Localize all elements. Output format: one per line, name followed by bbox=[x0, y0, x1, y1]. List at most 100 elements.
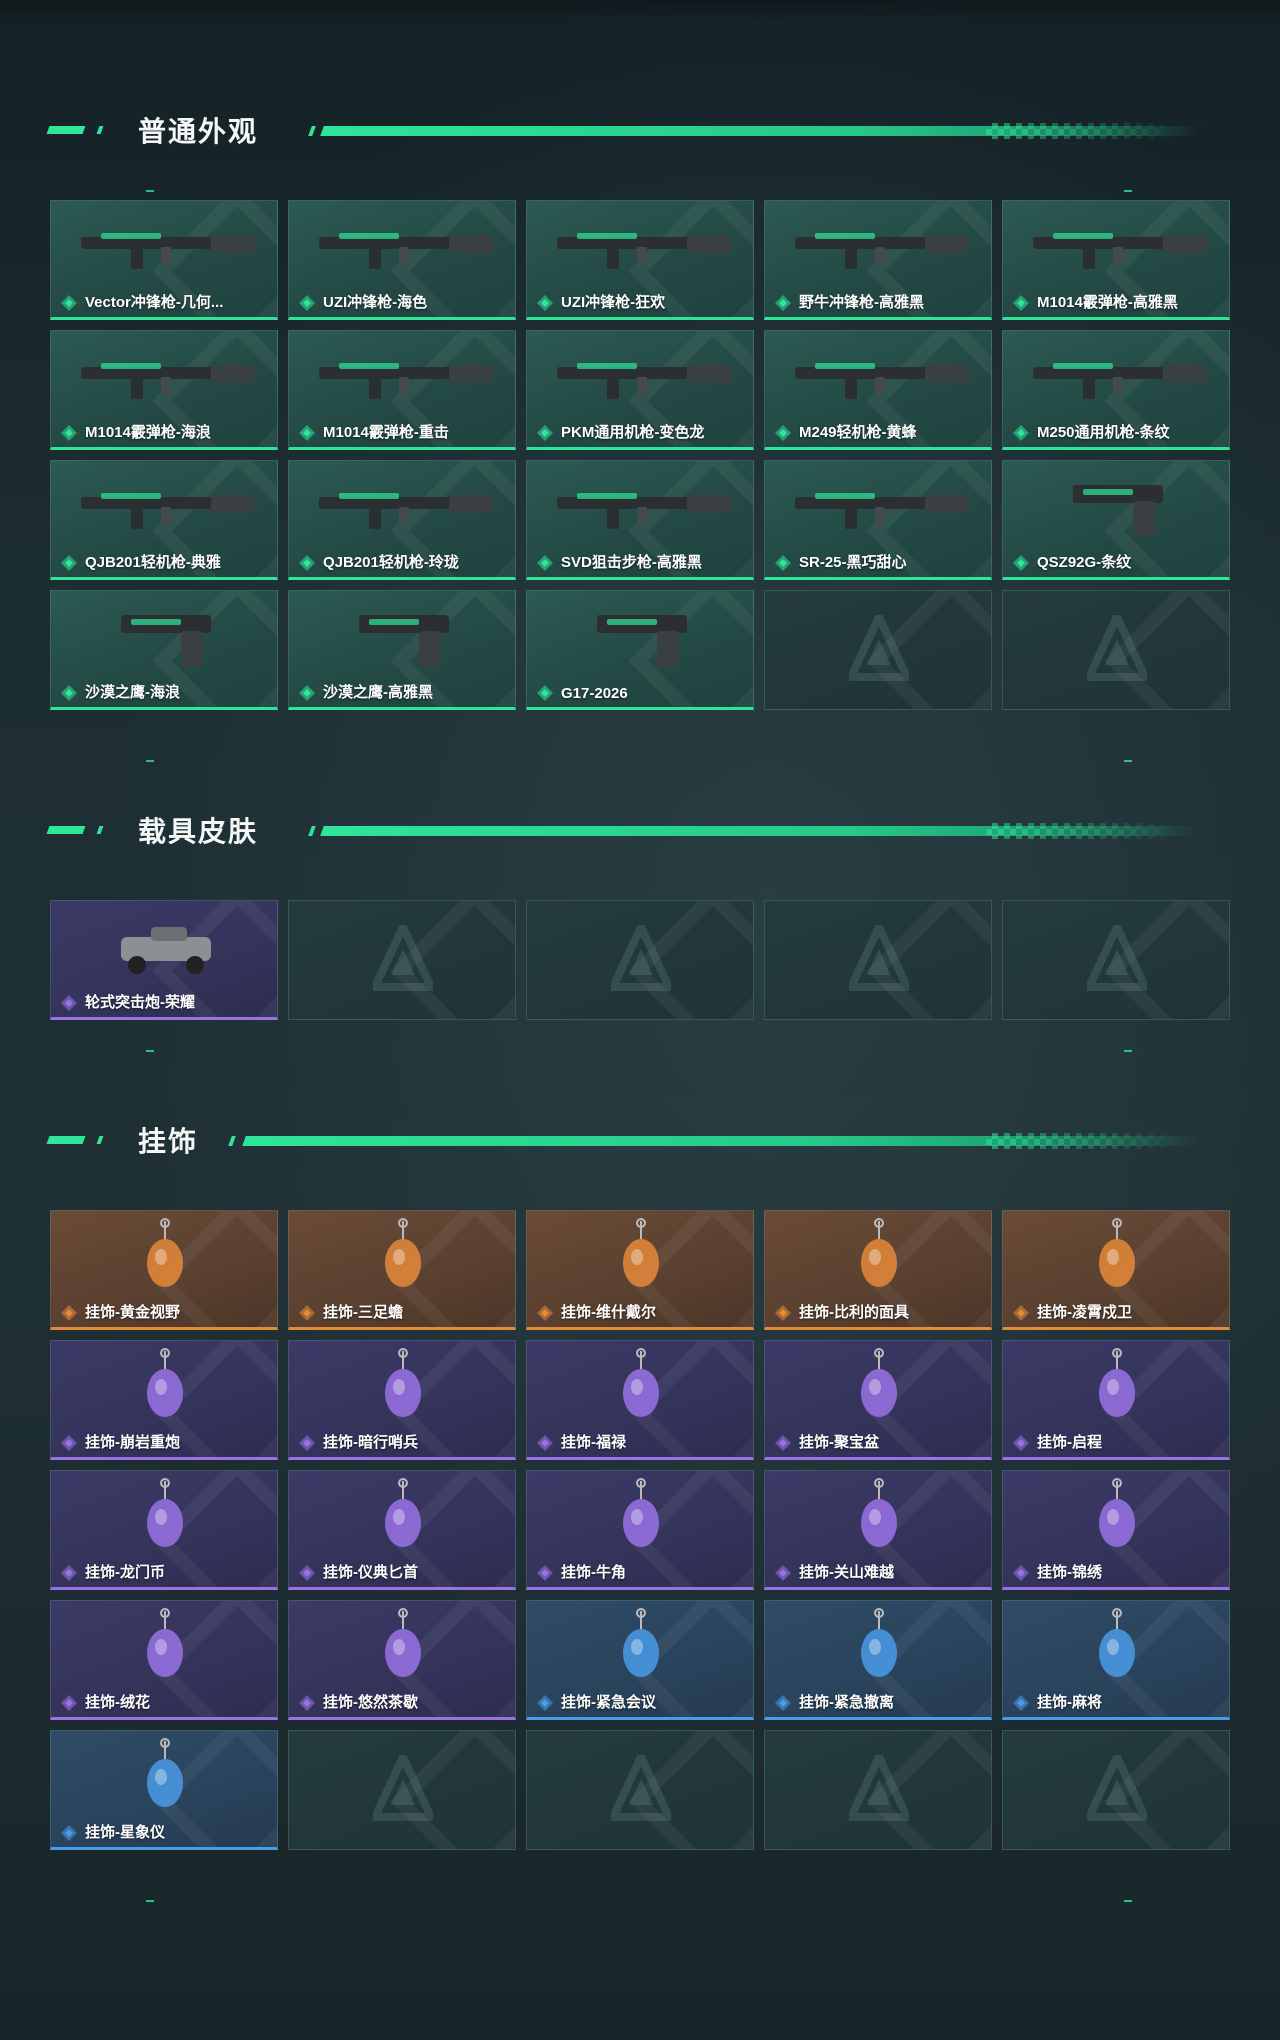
machine-gun-icon bbox=[537, 337, 745, 415]
item-card[interactable]: 轮式突击炮-荣耀 bbox=[50, 900, 278, 1020]
item-card[interactable]: M249轻机枪-黄蜂 bbox=[764, 330, 992, 450]
item-card[interactable]: QSZ92G-条纹 bbox=[1002, 460, 1230, 580]
rarity-diamond-icon bbox=[775, 1435, 791, 1451]
header-accent-dash bbox=[46, 126, 86, 134]
rarity-diamond-icon bbox=[61, 295, 77, 311]
item-card[interactable]: 挂饰-锦绣 bbox=[1002, 1470, 1230, 1590]
item-card[interactable]: SR-25-黑巧甜心 bbox=[764, 460, 992, 580]
item-card[interactable]: M1014霰弹枪-高雅黑 bbox=[1002, 200, 1230, 320]
shotgun-icon bbox=[299, 337, 507, 415]
pistol-icon bbox=[537, 597, 745, 675]
header-bar-tick bbox=[228, 1136, 236, 1146]
item-name: QJB201轻机枪-玲珑 bbox=[323, 554, 459, 571]
rarity-diamond-icon bbox=[775, 425, 791, 441]
item-card[interactable]: 挂饰-仪典匕首 bbox=[288, 1470, 516, 1590]
item-name: UZI冲锋枪-海色 bbox=[323, 294, 428, 311]
item-name: 挂饰-仪典匕首 bbox=[323, 1564, 418, 1581]
item-name: M1014霰弹枪-高雅黑 bbox=[1037, 294, 1178, 311]
rarity-diamond-icon bbox=[61, 1435, 77, 1451]
charm-icon bbox=[775, 1347, 983, 1425]
item-card[interactable]: QJB201轻机枪-典雅 bbox=[50, 460, 278, 580]
header-checker-pattern bbox=[986, 123, 1176, 139]
item-card[interactable]: 挂饰-星象仪 bbox=[50, 1730, 278, 1850]
item-card[interactable]: M1014霰弹枪-海浪 bbox=[50, 330, 278, 450]
item-card[interactable]: 挂饰-麻将 bbox=[1002, 1600, 1230, 1720]
empty-slot-card bbox=[1002, 590, 1230, 710]
item-name: 挂饰-牛角 bbox=[561, 1564, 626, 1581]
item-name: QSZ92G-条纹 bbox=[1037, 554, 1132, 571]
item-card[interactable]: 挂饰-牛角 bbox=[526, 1470, 754, 1590]
smg-icon bbox=[299, 207, 507, 285]
item-name: Vector冲锋枪-几何... bbox=[85, 294, 224, 311]
item-name: 挂饰-崩岩重炮 bbox=[85, 1434, 180, 1451]
rarity-diamond-icon bbox=[775, 1695, 791, 1711]
item-card[interactable]: 挂饰-紧急会议 bbox=[526, 1600, 754, 1720]
rarity-diamond-icon bbox=[775, 1565, 791, 1581]
item-card[interactable]: 挂饰-紧急撤离 bbox=[764, 1600, 992, 1720]
item-card[interactable]: 沙漠之鹰-海浪 bbox=[50, 590, 278, 710]
rarity-diamond-icon bbox=[299, 1695, 315, 1711]
charm-icon bbox=[537, 1477, 745, 1555]
item-card[interactable]: 挂饰-龙门币 bbox=[50, 1470, 278, 1590]
item-card[interactable]: M250通用机枪-条纹 bbox=[1002, 330, 1230, 450]
charm-icon bbox=[299, 1347, 507, 1425]
top-strip bbox=[0, 0, 1280, 22]
pistol-icon bbox=[61, 597, 269, 675]
item-name: 挂饰-黄金视野 bbox=[85, 1304, 180, 1321]
item-name: 沙漠之鹰-海浪 bbox=[85, 684, 180, 701]
item-card[interactable]: 挂饰-凌霄戍卫 bbox=[1002, 1210, 1230, 1330]
item-name: 挂饰-聚宝盆 bbox=[799, 1434, 879, 1451]
corner-tick bbox=[1124, 190, 1132, 192]
item-card[interactable]: PKM通用机枪-变色龙 bbox=[526, 330, 754, 450]
section-header-vehicle: 载具皮肤 bbox=[46, 806, 1202, 850]
rarity-diamond-icon bbox=[537, 555, 553, 571]
item-name: 挂饰-凌霄戍卫 bbox=[1037, 1304, 1132, 1321]
charm-icon bbox=[1013, 1217, 1221, 1295]
empty-slot-logo-icon bbox=[606, 917, 676, 993]
charm-icon bbox=[61, 1607, 269, 1685]
item-card[interactable]: 挂饰-悠然茶歇 bbox=[288, 1600, 516, 1720]
item-name: 挂饰-紧急会议 bbox=[561, 1694, 656, 1711]
item-card[interactable]: 挂饰-关山难越 bbox=[764, 1470, 992, 1590]
corner-tick bbox=[1124, 760, 1132, 762]
item-name: 挂饰-锦绣 bbox=[1037, 1564, 1102, 1581]
item-card[interactable]: QJB201轻机枪-玲珑 bbox=[288, 460, 516, 580]
corner-tick bbox=[146, 190, 154, 192]
item-card[interactable]: 挂饰-福禄 bbox=[526, 1340, 754, 1460]
header-accent-dash bbox=[96, 826, 104, 834]
item-card[interactable]: 挂饰-黄金视野 bbox=[50, 1210, 278, 1330]
item-card[interactable]: 挂饰-聚宝盆 bbox=[764, 1340, 992, 1460]
header-accent-dash bbox=[46, 826, 86, 834]
item-card[interactable]: 挂饰-暗行哨兵 bbox=[288, 1340, 516, 1460]
item-card[interactable]: SVD狙击步枪-高雅黑 bbox=[526, 460, 754, 580]
charm-icon bbox=[61, 1217, 269, 1295]
rarity-diamond-icon bbox=[299, 555, 315, 571]
item-card[interactable]: M1014霰弹枪-重击 bbox=[288, 330, 516, 450]
item-card[interactable]: 挂饰-启程 bbox=[1002, 1340, 1230, 1460]
section-header-charms: 挂饰 bbox=[46, 1116, 1202, 1160]
item-card[interactable]: 沙漠之鹰-高雅黑 bbox=[288, 590, 516, 710]
rarity-diamond-icon bbox=[61, 555, 77, 571]
rarity-diamond-icon bbox=[299, 1565, 315, 1581]
charm-icon bbox=[1013, 1607, 1221, 1685]
section-title: 载具皮肤 bbox=[138, 816, 259, 847]
item-card[interactable]: 挂饰-崩岩重炮 bbox=[50, 1340, 278, 1460]
item-card[interactable]: 挂饰-比利的面具 bbox=[764, 1210, 992, 1330]
item-card[interactable]: UZI冲锋枪-狂欢 bbox=[526, 200, 754, 320]
pistol-icon bbox=[299, 597, 507, 675]
item-card[interactable]: Vector冲锋枪-几何... bbox=[50, 200, 278, 320]
rarity-diamond-icon bbox=[61, 1825, 77, 1841]
item-card[interactable]: G17-2026 bbox=[526, 590, 754, 710]
item-name: 挂饰-维什戴尔 bbox=[561, 1304, 656, 1321]
item-name: 野牛冲锋枪-高雅黑 bbox=[799, 294, 924, 311]
empty-slot-logo-icon bbox=[368, 917, 438, 993]
item-card[interactable]: 挂饰-维什戴尔 bbox=[526, 1210, 754, 1330]
item-name: 挂饰-紧急撤离 bbox=[799, 1694, 894, 1711]
item-card[interactable]: 挂饰-三足蟾 bbox=[288, 1210, 516, 1330]
item-name: 轮式突击炮-荣耀 bbox=[85, 994, 195, 1011]
item-card[interactable]: UZI冲锋枪-海色 bbox=[288, 200, 516, 320]
item-name: 沙漠之鹰-高雅黑 bbox=[323, 684, 433, 701]
item-card[interactable]: 挂饰-绒花 bbox=[50, 1600, 278, 1720]
item-card[interactable]: 野牛冲锋枪-高雅黑 bbox=[764, 200, 992, 320]
rarity-diamond-icon bbox=[1013, 295, 1029, 311]
